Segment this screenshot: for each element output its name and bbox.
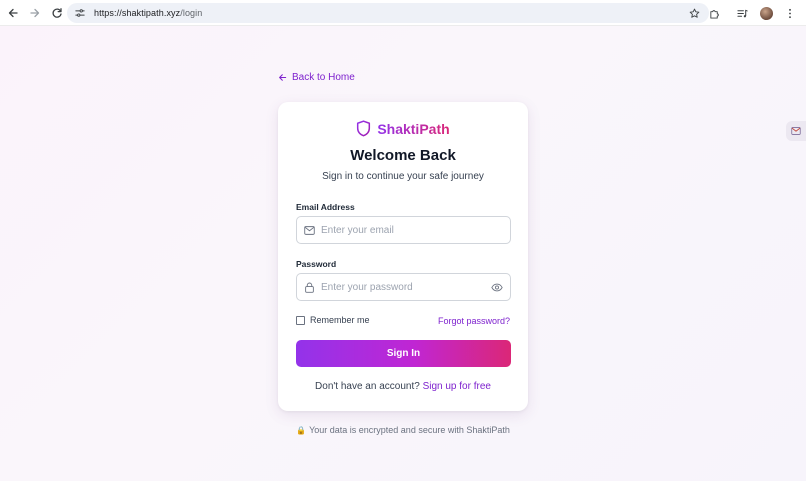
login-page: Back to Home ShaktiPath Welcome Back Sig… <box>0 26 806 481</box>
remember-me: Remember me <box>296 315 370 325</box>
signup-prompt-text: Don't have an account? <box>315 381 420 392</box>
browser-actions <box>694 0 806 26</box>
forgot-password-link[interactable]: Forgot password? <box>438 316 510 326</box>
brand-name: ShaktiPath <box>377 120 450 137</box>
arrow-left-icon <box>8 8 18 17</box>
shield-icon <box>357 120 371 137</box>
media-control-icon[interactable] <box>734 5 750 21</box>
forward-button[interactable] <box>25 3 45 23</box>
puzzle-icon[interactable] <box>706 5 722 21</box>
back-button[interactable] <box>3 3 23 23</box>
signup-prompt: Don't have an account? Sign up for free <box>278 381 528 392</box>
back-link-label: Back to Home <box>292 72 355 83</box>
security-footer: 🔒 Your data is encrypted and secure with… <box>0 425 806 435</box>
mail-icon <box>304 225 315 236</box>
email-input[interactable] <box>321 224 481 236</box>
reload-icon <box>52 7 62 18</box>
remember-me-label: Remember me <box>310 315 370 325</box>
email-label: Email Address <box>296 202 355 212</box>
email-field[interactable] <box>296 216 511 244</box>
url-text: https://shaktipath.xyz/login <box>94 8 202 18</box>
kebab-menu-icon[interactable] <box>782 5 798 21</box>
password-input[interactable] <box>321 281 481 293</box>
page-title: Welcome Back <box>350 147 456 164</box>
login-card: ShaktiPath Welcome Back Sign in to conti… <box>278 102 528 411</box>
browser-toolbar: https://shaktipath.xyz/login <box>0 0 806 26</box>
side-extension-widget[interactable] <box>786 121 806 141</box>
url-path: /login <box>180 8 203 18</box>
tune-icon[interactable] <box>73 6 87 20</box>
sign-in-button[interactable]: Sign In <box>296 340 511 367</box>
reload-button[interactable] <box>47 3 67 23</box>
arrow-right-icon <box>30 8 40 17</box>
remember-me-checkbox[interactable] <box>296 315 305 325</box>
profile-avatar[interactable] <box>760 6 773 20</box>
eye-icon[interactable] <box>491 282 503 293</box>
address-bar[interactable]: https://shaktipath.xyz/login <box>67 3 709 23</box>
sign-up-link[interactable]: Sign up for free <box>423 381 491 392</box>
lock-icon <box>304 282 315 293</box>
footer-text: Your data is encrypted and secure with S… <box>309 425 510 435</box>
mail-icon <box>791 127 801 135</box>
back-to-home-link[interactable]: Back to Home <box>278 72 355 83</box>
lock-icon: 🔒 <box>296 425 307 435</box>
page-subtitle: Sign in to continue your safe journey <box>322 171 484 182</box>
password-label: Password <box>296 259 337 269</box>
arrow-left-icon <box>279 74 287 81</box>
password-field[interactable] <box>296 273 511 301</box>
brand-logo: ShaktiPath <box>278 120 528 137</box>
url-host: https://shaktipath.xyz <box>94 8 181 18</box>
